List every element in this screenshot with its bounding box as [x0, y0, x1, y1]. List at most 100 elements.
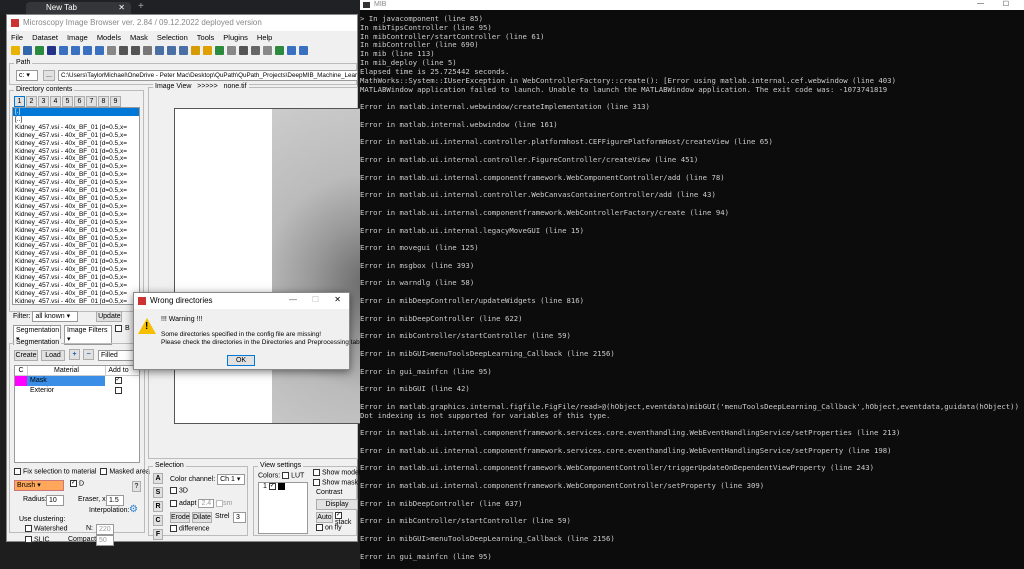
directory-tab-4[interactable]: 4	[50, 96, 61, 107]
dilate-button[interactable]: Dilate	[192, 512, 212, 523]
toolbar-button-icon[interactable]	[287, 46, 296, 55]
onfly-checkbox[interactable]	[316, 524, 323, 531]
directory-tab-5[interactable]: 5	[62, 96, 73, 107]
directory-list-item[interactable]: Kidney_457.vsi - 40x_BF_01 [d=0.5,x=	[13, 242, 139, 250]
directory-list-item[interactable]: Kidney_457.vsi - 40x_BF_01 [d=0.5,x=	[13, 211, 139, 219]
toolbar-button-icon[interactable]	[11, 46, 20, 55]
auto-button[interactable]: Auto	[316, 512, 333, 523]
material-row[interactable]: Exterior	[15, 386, 139, 396]
adapt-input[interactable]: 2.4	[198, 499, 215, 508]
directory-list-item[interactable]: Kidney_457.vsi - 40x_BF_01 [d=0.5,x=	[13, 203, 139, 211]
toolbar-button-icon[interactable]	[23, 46, 32, 55]
directory-tab-6[interactable]: 6	[74, 96, 85, 107]
toolbar-button-icon[interactable]	[191, 46, 200, 55]
load-button[interactable]: Load	[41, 350, 65, 361]
show-model-checkbox[interactable]	[313, 469, 320, 476]
directory-tab-1[interactable]: 1	[14, 96, 25, 107]
directory-list-item[interactable]: Kidney_457.vsi - 40x_BF_01 [d=0.5,x=	[13, 171, 139, 179]
update-button[interactable]: Update	[96, 311, 123, 322]
directory-list-item[interactable]: Kidney_457.vsi - 40x_BF_01 [d=0.5,x=	[13, 298, 139, 304]
selection-button-f[interactable]: F	[153, 529, 163, 540]
toolbar-button-icon[interactable]	[251, 46, 260, 55]
minimize-icon[interactable]: —	[977, 0, 984, 7]
toolbar-button-icon[interactable]	[227, 46, 236, 55]
toolbar-button-icon[interactable]	[71, 46, 80, 55]
ok-button[interactable]: OK	[227, 355, 255, 366]
directory-list-item[interactable]: Kidney_457.vsi - 40x_BF_01 [d=0.5,x=	[13, 274, 139, 282]
menu-selection[interactable]: Selection	[157, 33, 188, 42]
menu-file[interactable]: File	[11, 33, 23, 42]
eraser-input[interactable]: 1.5	[106, 495, 124, 506]
toolbar-button-icon[interactable]	[215, 46, 224, 55]
directory-list-item[interactable]: Kidney_457.vsi - 40x_BF_01 [d=0.5,x=	[13, 219, 139, 227]
lut-checkbox[interactable]	[282, 472, 290, 479]
difference-checkbox[interactable]	[170, 525, 177, 532]
directory-list-item[interactable]: Kidney_457.vsi - 40x_BF_01 [d=0.5,x=	[13, 282, 139, 290]
toolbar-button-icon[interactable]	[35, 46, 44, 55]
menu-tools[interactable]: Tools	[197, 33, 215, 42]
n-input[interactable]: 220	[96, 524, 114, 535]
directory-list-item[interactable]: Kidney_457.vsi - 40x_BF_01 [d=0.5,x=	[13, 132, 139, 140]
toolbar-button-icon[interactable]	[95, 46, 104, 55]
menu-help[interactable]: Help	[257, 33, 272, 42]
toolbar-button-icon[interactable]	[179, 46, 188, 55]
directory-list-item[interactable]: Kidney_457.vsi - 40x_BF_01 [d=0.5,x=	[13, 235, 139, 243]
toolbar-button-icon[interactable]	[83, 46, 92, 55]
directory-tab-9[interactable]: 9	[110, 96, 121, 107]
material-color-swatch[interactable]	[15, 376, 27, 386]
browser-tab[interactable]: New Tab ✕	[26, 2, 131, 14]
material-color-swatch[interactable]	[15, 386, 27, 396]
directory-tab-3[interactable]: 3	[38, 96, 49, 107]
directory-list-item[interactable]: Kidney_457.vsi - 40x_BF_01 [d=0.5,x=	[13, 290, 139, 298]
directory-list-item[interactable]: Kidney_457.vsi - 40x_BF_01 [d=0.5,x=	[13, 163, 139, 171]
directory-list-item[interactable]: Kidney_457.vsi - 40x_BF_01 [d=0.5,x=	[13, 187, 139, 195]
show-mask-checkbox[interactable]	[313, 479, 320, 486]
menu-models[interactable]: Models	[97, 33, 121, 42]
slic-checkbox[interactable]	[25, 536, 32, 543]
toolbar-button-icon[interactable]	[47, 46, 56, 55]
image-canvas[interactable]	[174, 108, 364, 424]
directory-list-item[interactable]: Kidney_457.vsi - 40x_BF_01 [d=0.5,x=	[13, 258, 139, 266]
toolbar-button-icon[interactable]	[167, 46, 176, 55]
fill-mode-select[interactable]: Filled	[98, 350, 138, 361]
toolbar-button-icon[interactable]	[131, 46, 140, 55]
directory-list-item[interactable]: Kidney_457.vsi - 40x_BF_01 [d=0.5,x=	[13, 179, 139, 187]
help-button[interactable]: ?	[132, 481, 141, 492]
directory-list-item[interactable]: Kidney_457.vsi - 40x_BF_01 [d=0.5,x=	[13, 266, 139, 274]
toolbar-button-icon[interactable]	[107, 46, 116, 55]
browse-button[interactable]: ...	[43, 70, 55, 81]
toolbar-button-icon[interactable]	[59, 46, 68, 55]
selection-button-s[interactable]: S	[153, 487, 163, 498]
adapt-checkbox[interactable]	[170, 499, 177, 507]
close-tab-icon[interactable]: ✕	[118, 3, 125, 12]
drive-select[interactable]: c: ▾	[16, 70, 38, 81]
toolbar-button-icon[interactable]	[203, 46, 212, 55]
maximize-icon[interactable]: ☐	[1003, 0, 1009, 8]
material-row[interactable]: Mask ✓	[15, 376, 139, 386]
directory-list-item[interactable]: Kidney_457.vsi - 40x_BF_01 [d=0.5,x=	[13, 124, 139, 132]
channel-color-swatch[interactable]	[277, 483, 285, 490]
erode-button[interactable]: Erode	[170, 512, 190, 523]
fix-selection-checkbox[interactable]	[14, 468, 21, 475]
directory-list-item[interactable]: Kidney_457.vsi - 40x_BF_01 [d=0.5,x=	[13, 250, 139, 258]
close-icon[interactable]: ✕	[334, 295, 341, 304]
toolbar-button-icon[interactable]	[143, 46, 152, 55]
remove-material-button[interactable]: −	[83, 349, 94, 360]
b-checkbox[interactable]	[115, 325, 122, 332]
add-to-checkbox[interactable]: ✓	[114, 376, 122, 384]
channel-list[interactable]: 1 ✓	[258, 482, 308, 534]
create-button[interactable]: Create	[14, 350, 38, 361]
strel-input[interactable]: 3	[233, 512, 246, 523]
new-tab-button[interactable]: +	[138, 1, 144, 12]
stack-checkbox[interactable]: ✓	[335, 512, 342, 519]
selection-button-c[interactable]: C	[153, 515, 163, 526]
directory-list-item[interactable]: [.]	[13, 108, 139, 116]
menu-image[interactable]: Image	[67, 33, 88, 42]
maximize-icon[interactable]: ☐	[312, 295, 319, 304]
channel-checkbox[interactable]: ✓	[268, 483, 276, 490]
menu-dataset[interactable]: Dataset	[32, 33, 58, 42]
directory-tab-8[interactable]: 8	[98, 96, 109, 107]
compact-input[interactable]: 50	[96, 535, 114, 546]
directory-list-item[interactable]: Kidney_457.vsi - 40x_BF_01 [d=0.5,x=	[13, 227, 139, 235]
tool-select[interactable]: Brush ▾	[14, 480, 64, 491]
